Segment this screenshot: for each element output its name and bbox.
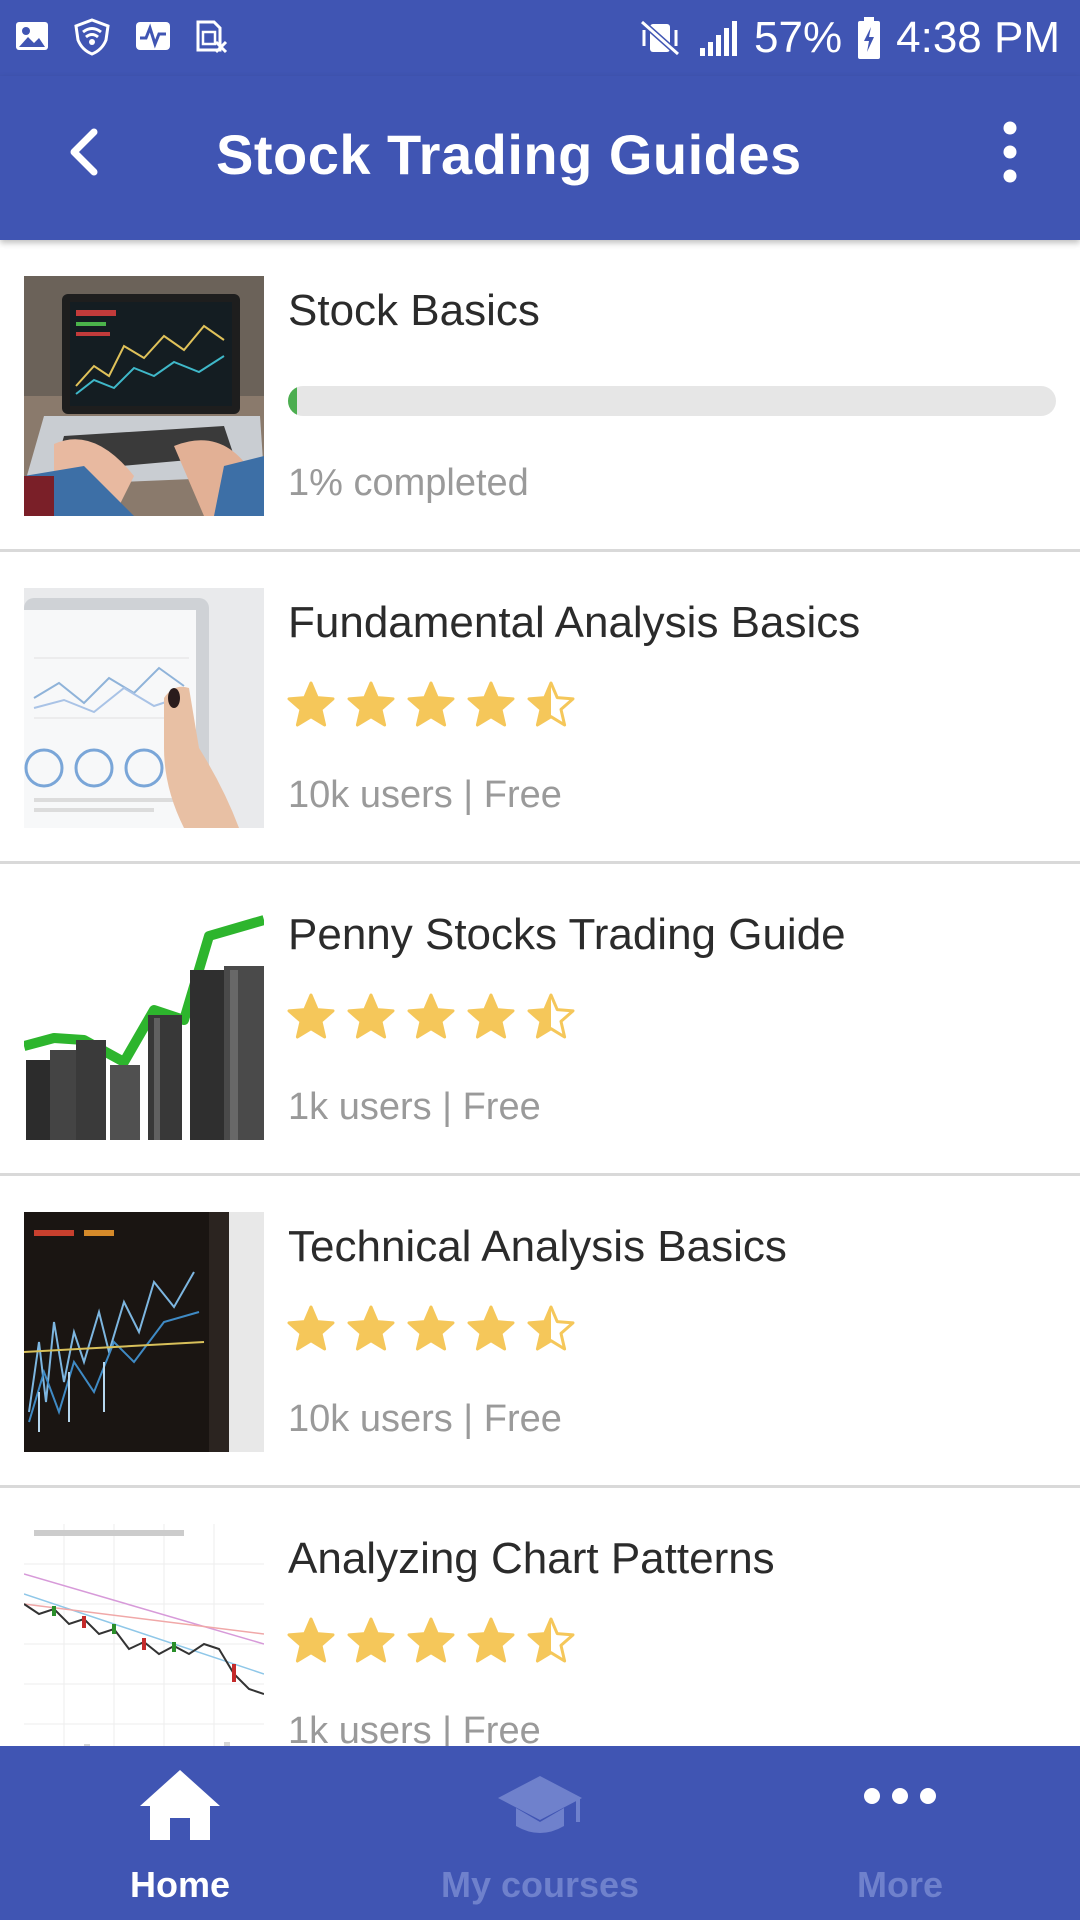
wifi-shield-icon	[74, 18, 110, 56]
course-item-chart-patterns[interactable]: Analyzing Chart Patterns 1k users | Free	[0, 1488, 1080, 1746]
course-item-penny-stocks[interactable]: Penny Stocks Trading Guide 1k users | Fr…	[0, 864, 1080, 1176]
course-title: Technical Analysis Basics	[288, 1222, 787, 1271]
course-title: Analyzing Chart Patterns	[288, 1534, 775, 1583]
star-full-icon	[347, 681, 395, 727]
nav-label: More	[856, 1864, 943, 1905]
clock: 4:38 PM	[896, 13, 1060, 62]
course-item-fundamental-analysis[interactable]: Fundamental Analysis Basics 10k users | …	[0, 552, 1080, 864]
candlestick-chart-image	[24, 1524, 264, 1746]
battery-icon	[858, 17, 881, 59]
course-meta: 10k users | Free	[288, 774, 562, 816]
course-meta: 10k users | Free	[288, 1398, 562, 1440]
star-full-icon	[347, 1617, 395, 1663]
star-full-icon	[467, 1617, 515, 1663]
course-list[interactable]: Stock Basics 1% completed Fundamental An…	[0, 240, 1080, 1746]
sim-icon	[196, 20, 228, 54]
star-half-icon	[527, 1617, 575, 1663]
app-bar: Stock Trading Guides	[0, 76, 1080, 240]
laptop-trading-image	[24, 276, 264, 516]
star-rating	[286, 680, 576, 730]
star-full-icon	[467, 1305, 515, 1351]
more-vert-icon	[1003, 121, 1017, 183]
star-full-icon	[407, 1617, 455, 1663]
nav-home[interactable]: Home	[0, 1746, 360, 1920]
bar-growth-image	[24, 900, 264, 1140]
star-rating	[286, 1616, 576, 1666]
page-title: Stock Trading Guides	[216, 123, 802, 186]
nav-my-courses[interactable]: My courses	[360, 1746, 720, 1920]
star-full-icon	[287, 993, 335, 1039]
course-item-technical-analysis[interactable]: Technical Analysis Basics 10k users | Fr…	[0, 1176, 1080, 1488]
back-button[interactable]	[50, 116, 120, 186]
more-horiz-icon	[864, 1788, 936, 1804]
star-full-icon	[407, 681, 455, 727]
screen-chart-image	[24, 1212, 264, 1452]
course-meta: 1k users | Free	[288, 1086, 541, 1128]
star-full-icon	[407, 1305, 455, 1351]
nav-more[interactable]: More	[720, 1746, 1080, 1920]
image-icon	[16, 22, 48, 50]
nav-label: My courses	[440, 1864, 640, 1905]
course-title: Stock Basics	[288, 286, 540, 335]
star-half-icon	[527, 993, 575, 1039]
course-title: Penny Stocks Trading Guide	[288, 910, 846, 959]
tablet-charts-image	[24, 588, 264, 828]
course-item-stock-basics[interactable]: Stock Basics 1% completed	[0, 240, 1080, 552]
vibrate-mute-icon	[640, 19, 681, 57]
star-full-icon	[467, 993, 515, 1039]
activity-icon	[136, 22, 170, 50]
progress-label: 1% completed	[288, 462, 529, 504]
star-half-icon	[527, 1305, 575, 1351]
star-full-icon	[347, 1305, 395, 1351]
star-full-icon	[347, 993, 395, 1039]
star-full-icon	[287, 681, 335, 727]
course-meta: 1k users | Free	[288, 1710, 541, 1746]
star-full-icon	[467, 681, 515, 727]
signal-icon	[700, 21, 738, 56]
star-full-icon	[407, 993, 455, 1039]
star-rating	[286, 992, 576, 1042]
progress-bar	[288, 386, 1056, 416]
star-half-icon	[527, 681, 575, 727]
course-title: Fundamental Analysis Basics	[288, 598, 861, 647]
nav-label: Home	[129, 1864, 231, 1905]
arrow-back-icon	[70, 128, 98, 176]
graduation-cap-icon	[498, 1776, 582, 1833]
progress-fill	[288, 386, 298, 416]
star-rating	[286, 1304, 576, 1354]
bottom-navigation: Home My courses More	[0, 1746, 1080, 1920]
star-full-icon	[287, 1305, 335, 1351]
star-full-icon	[287, 1617, 335, 1663]
status-bar: 57% 4:38 PM	[0, 0, 1080, 76]
battery-percent: 57%	[754, 13, 843, 62]
home-icon	[140, 1770, 220, 1840]
overflow-menu-button[interactable]	[980, 112, 1040, 192]
